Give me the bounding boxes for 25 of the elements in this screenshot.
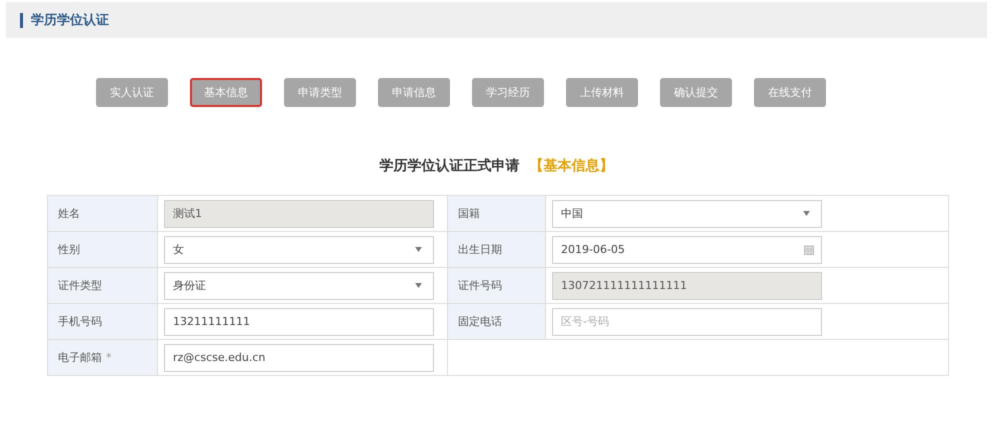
field-label: 国籍 [458, 206, 480, 221]
input-field[interactable]: 区号-号码 [552, 308, 822, 336]
field-label: 姓名 [58, 206, 80, 221]
field-label: 证件类型 [58, 278, 102, 293]
caret-icon [803, 210, 810, 216]
select-field[interactable]: 女 [164, 236, 434, 264]
calendar-icon [804, 244, 814, 254]
accent-bar [20, 12, 23, 28]
required-mark: * [106, 351, 112, 364]
select-field[interactable]: 中国 [552, 200, 822, 228]
caret-icon [415, 282, 422, 288]
field-label: 电子邮箱 [58, 350, 102, 365]
field-label: 证件号码 [458, 278, 502, 293]
field-label: 性别 [58, 242, 80, 257]
field-label: 固定电话 [458, 314, 502, 329]
page-title: 学历学位认证 [31, 12, 109, 29]
field-label: 出生日期 [458, 242, 502, 257]
date-field[interactable]: 2019-06-05 [552, 236, 822, 264]
field-label: 手机号码 [58, 314, 102, 329]
caret-icon [415, 246, 422, 252]
input-field[interactable]: rz@cscse.edu.cn [164, 344, 434, 372]
input-field[interactable]: 13211111111 [164, 308, 434, 336]
section-label: 【基本信息】 [530, 157, 614, 175]
select-field[interactable]: 身份证 [164, 272, 434, 300]
form-title: 学历学位认证正式申请 [380, 157, 520, 175]
